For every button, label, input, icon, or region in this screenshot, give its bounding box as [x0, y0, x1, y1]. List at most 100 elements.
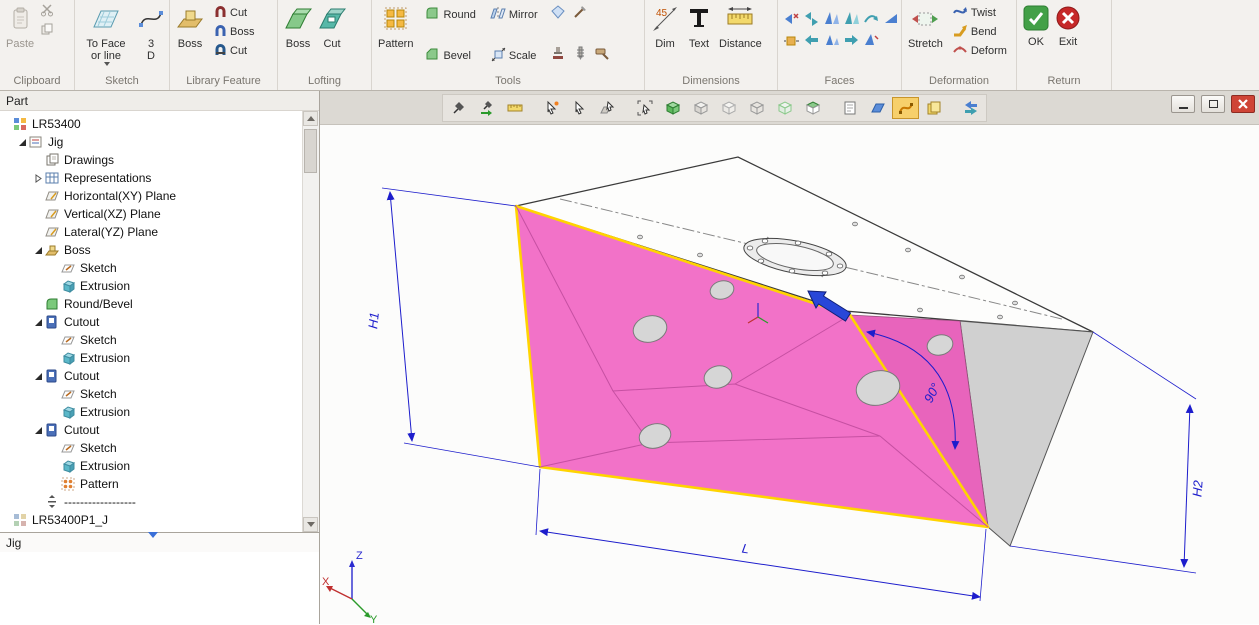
text-button[interactable]: Text [682, 3, 716, 52]
paste-button[interactable]: Paste [3, 3, 37, 52]
loft-boss-button[interactable]: Boss [281, 3, 315, 52]
move-face-button[interactable] [781, 11, 801, 30]
tree-item-jig[interactable]: Jig [0, 133, 319, 151]
stretch-button[interactable]: Stretch [905, 3, 946, 52]
ruler-button[interactable] [501, 97, 528, 119]
expander-open-icon[interactable] [34, 246, 45, 255]
tree-item-cutout[interactable]: Cutout [0, 313, 319, 331]
select-point-button[interactable] [538, 97, 565, 119]
tilt-face-button[interactable] [821, 33, 841, 52]
replace-face-button[interactable] [861, 33, 881, 52]
stamp-tool-button[interactable] [548, 46, 568, 65]
match-face-button[interactable] [841, 33, 861, 52]
mirror-face-button[interactable] [881, 11, 901, 30]
knurl-tool-button[interactable] [592, 46, 612, 65]
ok-button[interactable]: OK [1020, 3, 1052, 50]
tree-item-xy-plane[interactable]: Horizontal(XY) Plane [0, 187, 319, 205]
library-cut2-button[interactable]: Cut [211, 41, 256, 60]
view-wireframe-button[interactable] [743, 97, 770, 119]
scrollbar-thumb[interactable] [304, 129, 317, 173]
tree-item-cutout[interactable]: Cutout [0, 367, 319, 385]
pin-button[interactable] [445, 97, 472, 119]
offset-face-button[interactable] [821, 11, 841, 30]
pattern-face-button[interactable] [781, 33, 801, 52]
tree-item-representations[interactable]: Representations [0, 169, 319, 187]
tree-item-pattern[interactable]: Pattern [0, 475, 319, 493]
view-shaded-button[interactable] [687, 97, 714, 119]
tree-item-extrusion[interactable]: Extrusion [0, 457, 319, 475]
scroll-down-button[interactable] [303, 517, 318, 532]
bevel-button[interactable]: Bevel [422, 46, 477, 65]
cut-button[interactable] [37, 3, 57, 22]
tree-item-drawings[interactable]: Drawings [0, 151, 319, 169]
minimize-button[interactable] [1171, 95, 1195, 113]
restore-button[interactable] [1201, 95, 1225, 113]
viewport[interactable]: H1 H2 L 90° Z X Y [320, 91, 1259, 624]
tree-item-extrusion[interactable]: Extrusion [0, 349, 319, 367]
twist-button[interactable]: Twist [950, 3, 1009, 22]
pattern-button[interactable]: Pattern [375, 3, 416, 52]
expander-open-icon[interactable] [34, 372, 45, 381]
tree-item-round-bevel[interactable]: Round/Bevel [0, 295, 319, 313]
surface-button[interactable] [864, 97, 891, 119]
tree-item-part2[interactable]: LR53400P1_J [0, 511, 319, 529]
tree-item-cutout[interactable]: Cutout [0, 421, 319, 439]
tree-item-boss[interactable]: Boss [0, 241, 319, 259]
library-boss-small-button[interactable]: Boss [211, 22, 256, 41]
sheet-set-button[interactable] [920, 97, 947, 119]
select-face-button[interactable] [594, 97, 621, 119]
close-button[interactable] [1231, 95, 1255, 113]
view-translucent-button[interactable] [771, 97, 798, 119]
3d-sketch-button[interactable]: 3 D [134, 3, 168, 64]
panel-splitter-handle[interactable] [148, 532, 158, 538]
tree-item-xz-plane[interactable]: Vertical(XZ) Plane [0, 205, 319, 223]
view-hidden-button[interactable] [715, 97, 742, 119]
to-face-or-line-button[interactable]: To Face or line [78, 3, 134, 68]
pin-locate-button[interactable] [473, 97, 500, 119]
solid-view-button[interactable] [659, 97, 686, 119]
model-canvas[interactable]: H1 H2 L 90° Z X Y [320, 91, 1259, 624]
expander-closed-icon[interactable] [34, 174, 45, 183]
scale-button[interactable]: Scale [488, 46, 540, 65]
pull-face-button[interactable] [801, 33, 821, 52]
draft-sheet-button[interactable] [836, 97, 863, 119]
delete-face-button[interactable] [801, 11, 821, 30]
tree-item-sketch[interactable]: Sketch [0, 259, 319, 277]
scroll-up-button[interactable] [303, 111, 318, 126]
jig-panel-header[interactable]: Jig [0, 532, 319, 552]
tree-scrollbar[interactable] [302, 111, 319, 532]
engrave-tool-button[interactable] [570, 5, 590, 24]
expander-open-icon[interactable] [34, 426, 45, 435]
swap-view-button[interactable] [957, 97, 984, 119]
round-button[interactable]: Round [422, 5, 477, 24]
distance-button[interactable]: Distance [716, 3, 765, 52]
exit-button[interactable]: Exit [1052, 3, 1084, 50]
rotate-face-button[interactable] [861, 11, 881, 30]
select-box-button[interactable] [631, 97, 658, 119]
thread-tool-button[interactable] [570, 46, 590, 65]
curve-tool-button[interactable] [892, 97, 919, 119]
tree-item-sketch[interactable]: Sketch [0, 331, 319, 349]
tree-item-part-root[interactable]: LR53400 [0, 115, 319, 133]
tree-item-extrusion[interactable]: Extrusion [0, 403, 319, 421]
tree-item-sketch[interactable]: Sketch [0, 385, 319, 403]
library-boss-button[interactable]: Boss [173, 3, 207, 52]
bend-button[interactable]: Bend [950, 22, 1009, 41]
library-cut-button[interactable]: Cut [211, 3, 256, 22]
face-select-view-button[interactable] [799, 97, 826, 119]
copy-button[interactable] [37, 22, 57, 41]
select-button[interactable] [566, 97, 593, 119]
jewel-tool-button[interactable] [548, 5, 568, 24]
deform-button[interactable]: Deform [950, 41, 1009, 60]
expander-open-icon[interactable] [34, 318, 45, 327]
tree-item-yz-plane[interactable]: Lateral(YZ) Plane [0, 223, 319, 241]
tree-item-sketch[interactable]: Sketch [0, 439, 319, 457]
mirror-button[interactable]: Mirror [488, 5, 540, 24]
to-face-or-line-label: To Face or line [81, 38, 131, 62]
tree-item-separator[interactable]: ------------------ [0, 493, 319, 511]
copy-face-button[interactable] [841, 11, 861, 30]
loft-cut-button[interactable]: Cut [315, 3, 349, 52]
dim-button[interactable]: 45 Dim [648, 3, 682, 52]
tree-item-extrusion[interactable]: Extrusion [0, 277, 319, 295]
expander-open-icon[interactable] [18, 138, 29, 147]
